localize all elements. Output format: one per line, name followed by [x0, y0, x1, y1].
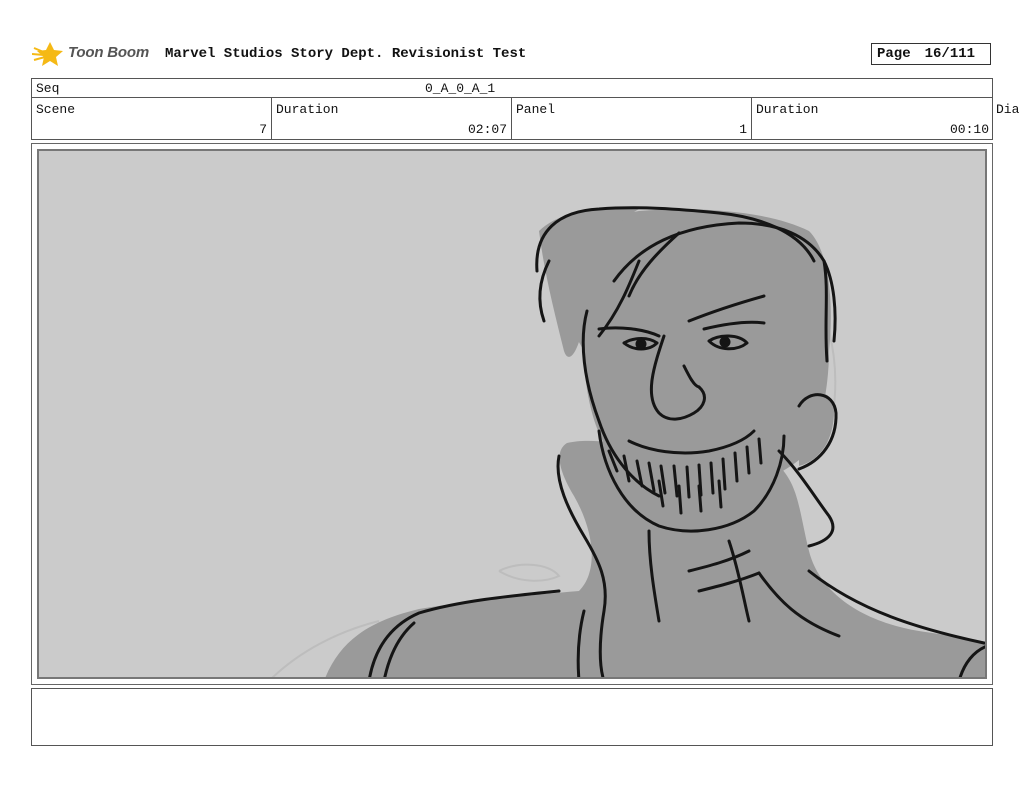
dialog-label: Dia [996, 102, 1020, 117]
panel-drawing-area [37, 149, 987, 679]
storyboard-panel [31, 143, 993, 685]
scene-cell: Scene 7 [32, 98, 272, 139]
sequence-value: 0_A_0_A_1 [425, 81, 496, 96]
character-sketch [271, 206, 985, 677]
scene-duration-value: 02:07 [467, 122, 507, 137]
page-label: Page [877, 46, 911, 62]
logo-text: Toon Boom [68, 44, 149, 61]
dialog-notes-box [31, 688, 993, 746]
document-title: Marvel Studios Story Dept. Revisionist T… [165, 46, 527, 62]
info-row: Scene 7 Duration 02:07 Panel 1 Duration … [31, 98, 993, 140]
panel-cell: Panel 1 [512, 98, 752, 139]
page-number: 16/111 [924, 46, 976, 62]
panel-label: Panel [516, 102, 556, 117]
panel-duration-label: Duration [756, 102, 819, 117]
scene-duration-label: Duration [276, 102, 339, 117]
sequence-row: Seq 0_A_0_A_1 [31, 78, 993, 98]
panel-value: 1 [739, 122, 747, 137]
scene-label: Scene [36, 102, 76, 117]
panel-duration-cell: Duration 00:10 [752, 98, 993, 139]
scene-duration-cell: Duration 02:07 [272, 98, 512, 139]
sequence-label: Seq [36, 81, 60, 96]
page-indicator: Page 16/111 [871, 43, 991, 65]
panel-duration-value: 00:10 [949, 122, 989, 137]
scene-value: 7 [259, 122, 267, 137]
